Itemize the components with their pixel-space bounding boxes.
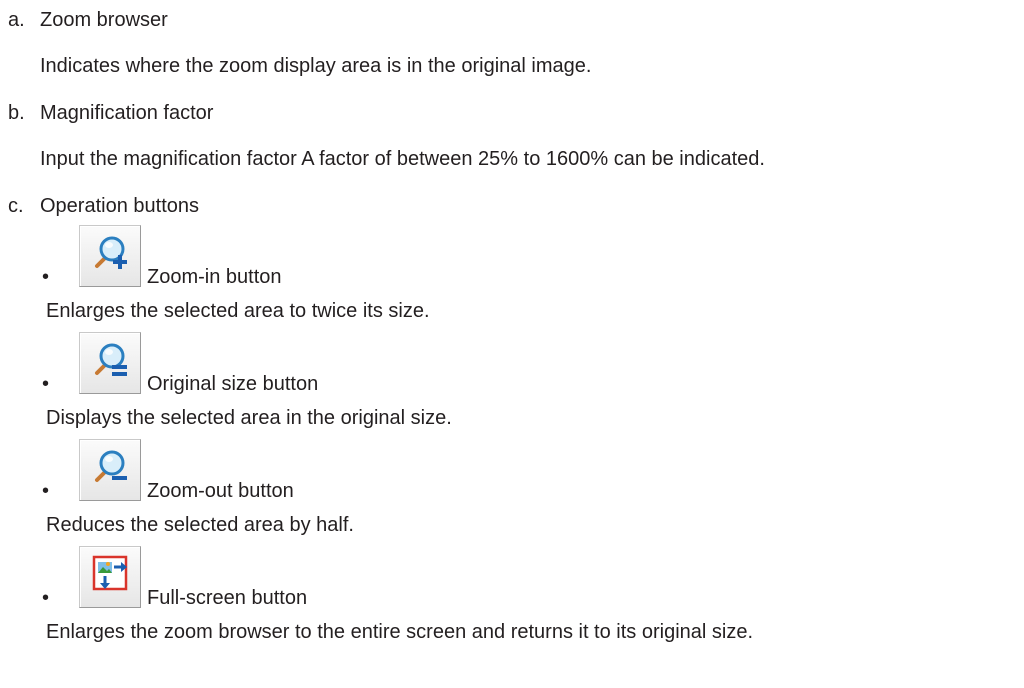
item-c-marker: c. [8, 195, 24, 217]
zoom-in-icon [95, 236, 127, 269]
full-screen-button [79, 546, 141, 608]
full-screen-description: Enlarges the zoom browser to the entire … [46, 621, 754, 643]
zoom-in-button [79, 225, 141, 287]
original-size-icon [95, 343, 127, 376]
zoom-out-button [79, 439, 141, 501]
item-b-marker: b. [8, 102, 25, 124]
original-size-description: Displays the selected area in the origin… [46, 407, 452, 429]
bullet: • [42, 266, 50, 288]
bullet: • [42, 587, 50, 609]
zoom-in-title: Zoom-in button [147, 266, 282, 288]
zoom-in-description: Enlarges the selected area to twice its … [46, 300, 430, 322]
item-b-description: Input the magnification factor A factor … [40, 148, 765, 170]
zoom-out-icon [95, 450, 127, 482]
item-b-title: Magnification factor [40, 102, 214, 124]
bullet: • [42, 373, 50, 395]
full-screen-title: Full-screen button [147, 587, 308, 609]
zoom-out-description: Reduces the selected area by half. [46, 514, 354, 536]
item-a-description: Indicates where the zoom display area is… [40, 55, 592, 77]
bullet: • [42, 480, 50, 502]
original-size-title: Original size button [147, 373, 319, 395]
item-a-marker: a. [8, 9, 25, 31]
item-a-title: Zoom browser [40, 9, 168, 31]
full-screen-icon [92, 555, 128, 591]
item-c-title: Operation buttons [40, 195, 199, 217]
zoom-out-title: Zoom-out button [147, 480, 294, 502]
original-size-button [79, 332, 141, 394]
